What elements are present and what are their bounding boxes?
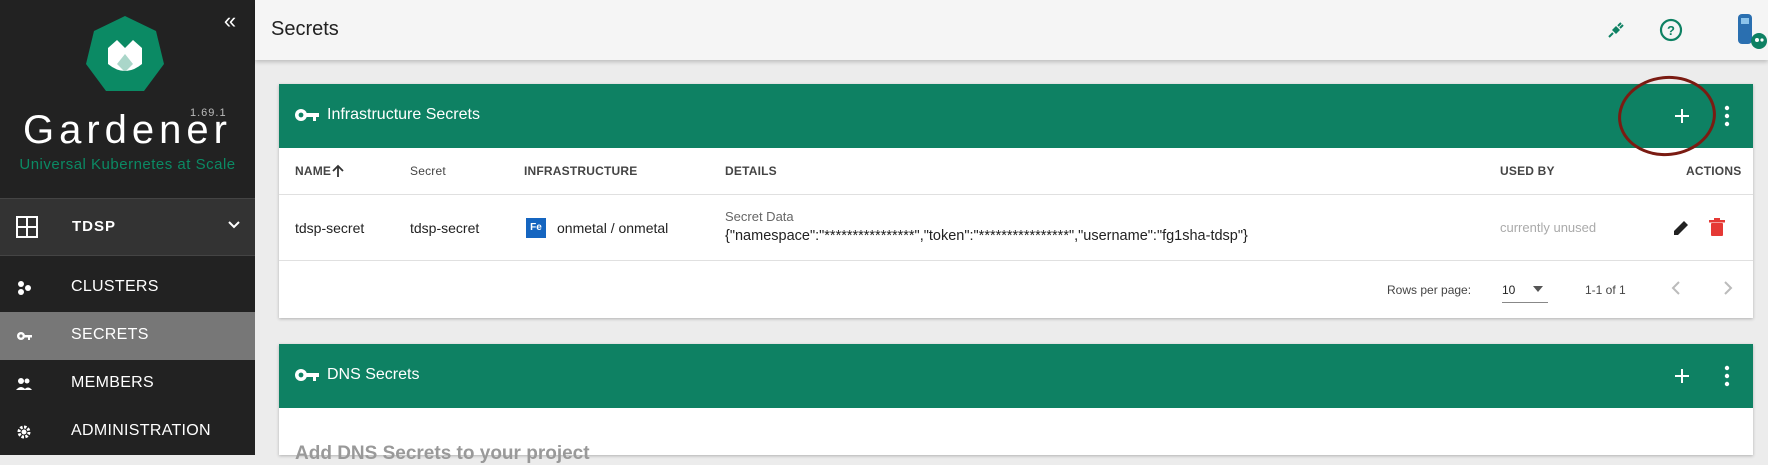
- column-header-used-by: USED BY: [1500, 164, 1555, 178]
- divider: [279, 194, 1753, 195]
- app-brand: Gardener: [23, 108, 232, 152]
- column-header-details: DETAILS: [725, 164, 777, 178]
- arrow-drop-down-icon: [1533, 286, 1543, 292]
- column-header-actions: ACTIONS: [1686, 164, 1742, 178]
- infrastructure-name: onmetal / onmetal: [557, 220, 669, 236]
- arrow-up-icon[interactable]: [331, 164, 345, 178]
- column-header-infrastructure: INFRASTRUCTURE: [524, 164, 638, 178]
- nav-item-members[interactable]: MEMBERS: [0, 360, 255, 408]
- clusters-icon: [18, 281, 31, 295]
- divider: [279, 260, 1753, 261]
- card-title: DNS Secrets: [327, 366, 420, 383]
- grid-icon: [16, 216, 38, 238]
- edit-icon[interactable]: [1671, 218, 1691, 238]
- card-header: Infrastructure Secrets: [279, 84, 1753, 148]
- chevron-right-icon[interactable]: [1719, 280, 1735, 296]
- members-icon: [16, 378, 32, 390]
- dns-secrets-card: DNS Secrets Add DNS Secrets to your proj…: [279, 344, 1753, 464]
- used-by: currently unused: [1500, 220, 1597, 235]
- svg-text:?: ?: [1667, 23, 1675, 38]
- chevron-down-icon: [228, 221, 240, 229]
- nav-item-secrets[interactable]: SECRETS: [0, 312, 255, 360]
- details-label: Secret Data: [725, 209, 794, 224]
- column-header-name[interactable]: NAME: [295, 164, 331, 178]
- nav-label-administration: ADMINISTRATION: [71, 422, 211, 439]
- empty-state-text: Add DNS Secrets to your project: [295, 443, 590, 464]
- more-vert-icon[interactable]: [1723, 104, 1731, 128]
- top-bar: Secrets ?: [255, 0, 1768, 60]
- gardener-logo: [86, 16, 164, 91]
- key-icon: [295, 109, 319, 121]
- app-tagline: Universal Kubernetes at Scale: [19, 156, 236, 173]
- avatar[interactable]: [1728, 10, 1768, 50]
- infrastructure-secrets-card: Infrastructure Secrets NAME Secret INFRA…: [279, 84, 1753, 318]
- help-icon[interactable]: ?: [1658, 17, 1684, 43]
- gear-icon: [17, 425, 31, 439]
- nav-item-administration[interactable]: ADMINISTRATION: [0, 408, 255, 456]
- pagination-range: 1-1 of 1: [1585, 283, 1626, 297]
- collapse-sidebar-button[interactable]: «: [218, 10, 242, 34]
- key-icon: [295, 369, 319, 381]
- chevron-left-icon[interactable]: [1669, 280, 1685, 296]
- add-dns-secret-button[interactable]: [1668, 362, 1696, 390]
- card-title: Infrastructure Secrets: [327, 106, 480, 123]
- secret-name: tdsp-secret: [295, 220, 365, 236]
- column-header-secret: Secret: [410, 164, 446, 178]
- sidebar: « 1.69.1 Gardener Universal Kubernetes a…: [0, 0, 255, 455]
- nav-label-secrets: SECRETS: [71, 326, 149, 343]
- nav-item-clusters[interactable]: CLUSTERS: [0, 264, 255, 312]
- key-icon: [17, 332, 32, 340]
- nav-label-members: MEMBERS: [71, 374, 154, 391]
- nav-label-clusters: CLUSTERS: [71, 278, 159, 295]
- more-vert-icon[interactable]: [1723, 364, 1731, 388]
- card-header: DNS Secrets: [279, 344, 1753, 408]
- rows-per-page-label: Rows per page:: [1387, 283, 1472, 297]
- infrastructure-icon: Fe: [526, 218, 546, 238]
- details-value: {"namespace":"****************","token":…: [725, 228, 1248, 244]
- secret-ref: tdsp-secret: [410, 220, 480, 236]
- delete-icon[interactable]: [1708, 217, 1726, 237]
- project-selector[interactable]: TDSP: [0, 198, 255, 256]
- rows-per-page-select[interactable]: 10: [1502, 274, 1548, 303]
- plug-icon[interactable]: [1603, 17, 1629, 43]
- page-title: Secrets: [271, 18, 339, 40]
- project-name: TDSP: [72, 218, 117, 235]
- rows-per-page-value: 10: [1502, 283, 1516, 297]
